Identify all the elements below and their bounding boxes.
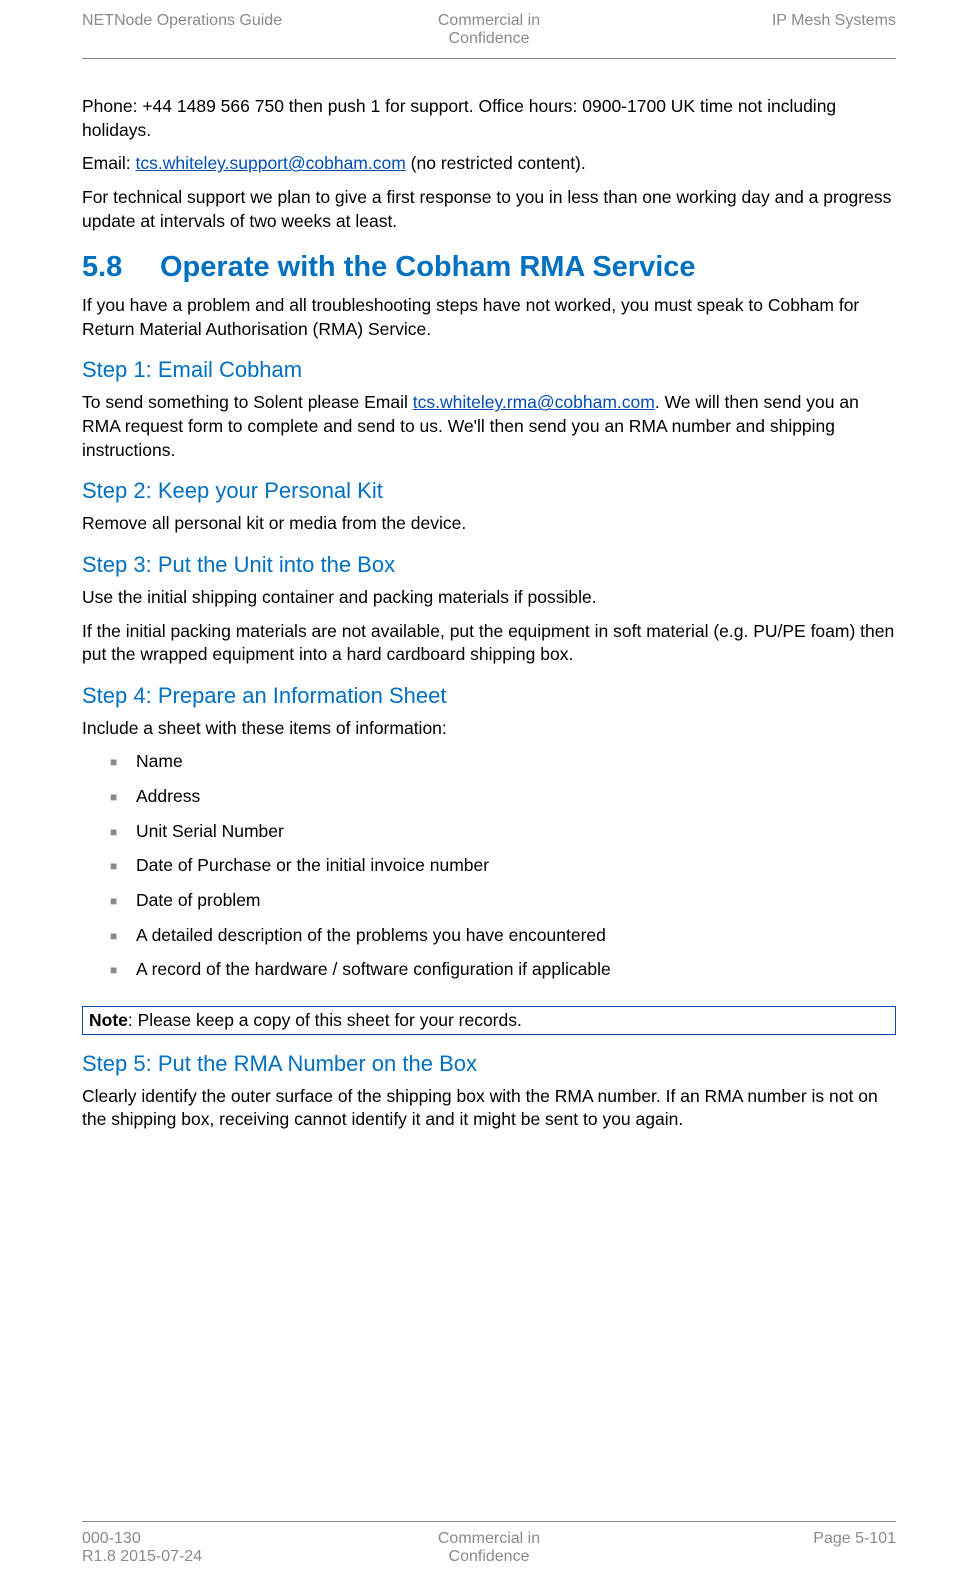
header-classification: Commercial in Confidence [438, 12, 540, 48]
email-info-line: Email: tcs.whiteley.support@cobham.com (… [82, 152, 896, 176]
email-suffix: (no restricted content). [406, 153, 586, 173]
footer-page-number: Page 5-101 [540, 1530, 896, 1548]
support-email-link[interactable]: tcs.whiteley.support@cobham.com [135, 153, 405, 173]
header-rule [82, 58, 896, 59]
step5-body: Clearly identify the outer surface of th… [82, 1085, 896, 1132]
step4-heading: Step 4: Prepare an Information Sheet [82, 683, 896, 709]
page-header: NETNode Operations Guide Commercial in C… [82, 12, 896, 48]
footer-left-line1: 000-130 [82, 1530, 141, 1547]
phone-info: Phone: +44 1489 566 750 then push 1 for … [82, 95, 896, 142]
support-response-info: For technical support we plan to give a … [82, 186, 896, 233]
footer-rule [82, 1521, 896, 1522]
header-center-line2: Confidence [449, 30, 530, 47]
footer-classification: Commercial in Confidence [438, 1530, 540, 1566]
footer-doc-id: 000-130 R1.8 2015-07-24 [82, 1530, 438, 1566]
step5-heading: Step 5: Put the RMA Number on the Box [82, 1051, 896, 1077]
list-item: Date of Purchase or the initial invoice … [110, 854, 896, 878]
header-title-right: IP Mesh Systems [540, 12, 896, 30]
step3-p1: Use the initial shipping container and p… [82, 586, 896, 610]
info-sheet-list: Name Address Unit Serial Number Date of … [110, 750, 896, 981]
list-item: A record of the hardware / software conf… [110, 958, 896, 982]
section-title-text: Operate with the Cobham RMA Service [160, 251, 696, 284]
footer-left-line2: R1.8 2015-07-24 [82, 1548, 202, 1565]
footer-center-line1: Commercial in [438, 1530, 540, 1547]
footer-center-line2: Confidence [449, 1548, 530, 1565]
step1-body: To send something to Solent please Email… [82, 391, 896, 462]
section-intro: If you have a problem and all troublesho… [82, 294, 896, 341]
list-item: A detailed description of the problems y… [110, 924, 896, 948]
step3-heading: Step 3: Put the Unit into the Box [82, 552, 896, 578]
header-center-line1: Commercial in [438, 12, 540, 29]
list-item: Unit Serial Number [110, 820, 896, 844]
step1-heading: Step 1: Email Cobham [82, 357, 896, 383]
list-item: Address [110, 785, 896, 809]
step1-prefix: To send something to Solent please Email [82, 392, 413, 412]
email-prefix: Email: [82, 153, 135, 173]
list-item: Date of problem [110, 889, 896, 913]
rma-email-link[interactable]: tcs.whiteley.rma@cobham.com [413, 392, 655, 412]
section-number: 5.8 [82, 251, 160, 284]
step2-body: Remove all personal kit or media from th… [82, 512, 896, 536]
note-label: Note [89, 1010, 128, 1030]
list-item: Name [110, 750, 896, 774]
note-box: Note: Please keep a copy of this sheet f… [82, 1006, 896, 1035]
note-text: : Please keep a copy of this sheet for y… [128, 1010, 522, 1030]
step3-p2: If the initial packing materials are not… [82, 620, 896, 667]
step4-intro: Include a sheet with these items of info… [82, 717, 896, 741]
page-footer: 000-130 R1.8 2015-07-24 Commercial in Co… [82, 1521, 896, 1566]
section-heading: 5.8 Operate with the Cobham RMA Service [82, 251, 896, 284]
header-title-left: NETNode Operations Guide [82, 12, 438, 30]
step2-heading: Step 2: Keep your Personal Kit [82, 478, 896, 504]
